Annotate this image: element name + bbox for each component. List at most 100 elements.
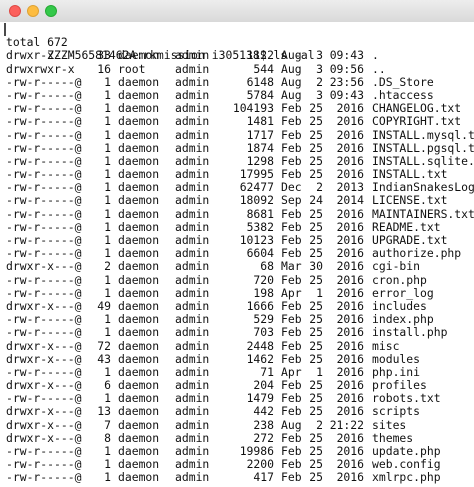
month: Mar: [281, 259, 302, 274]
time-or-year: 2016: [336, 404, 364, 419]
file-size: 1462: [246, 351, 274, 366]
total-line: total 672: [6, 35, 68, 50]
zoom-button[interactable]: [45, 5, 57, 17]
close-button[interactable]: [9, 5, 21, 17]
owner: daemon: [118, 338, 160, 353]
day: 2: [316, 417, 323, 432]
group: admin: [175, 285, 210, 300]
day: 25: [309, 114, 323, 129]
month: Aug: [281, 61, 302, 76]
listing-row: drwxr-x---@ 43 daemon admin 1462 Feb 25 2016 mod…: [6, 351, 474, 366]
file-name: misc: [372, 338, 400, 353]
permissions: -rw-r-----@: [6, 285, 82, 300]
day: 25: [309, 127, 323, 142]
time-or-year: 2016: [336, 127, 364, 142]
file-name: .DS_Store: [372, 74, 434, 89]
listing-row: drwxr-x---@ 7 daemon admin 238 Aug 2 21:22 sites: [6, 417, 474, 432]
file-size: 2448: [246, 338, 274, 353]
link-count: 1: [104, 140, 111, 155]
permissions: -rw-r-----@: [6, 140, 82, 155]
day: 25: [309, 351, 323, 366]
time-or-year: 2016: [336, 259, 364, 274]
listing-row: -rw-r-----@ 1 daemon admin 8681 Feb 25 2016 MAIN…: [6, 206, 474, 221]
owner: daemon: [118, 351, 160, 366]
time-or-year: 09:43: [329, 48, 364, 63]
file-size: 6148: [246, 74, 274, 89]
owner: daemon: [118, 417, 160, 432]
file-size: 8681: [246, 206, 274, 221]
link-count: 2: [104, 259, 111, 274]
listing-row: -rw-r-----@ 1 daemon admin 1717 Feb 25 2016 INST…: [6, 127, 474, 142]
terminal-output[interactable]: ZZZM56581462A:rkmission i305138$ ls -al …: [0, 22, 474, 487]
time-or-year: 2016: [336, 272, 364, 287]
permissions: -rw-r-----@: [6, 114, 82, 129]
month: Feb: [281, 114, 302, 129]
month: Feb: [281, 206, 302, 221]
time-or-year: 2016: [336, 206, 364, 221]
permissions: -rw-r-----@: [6, 470, 82, 485]
file-size: 18092: [239, 193, 274, 208]
group: admin: [175, 351, 210, 366]
time-or-year: 23:56: [329, 74, 364, 89]
time-or-year: 21:22: [329, 417, 364, 432]
listing-row: drwxrwxr-x 16 root admin 544 Aug 3 09:56..: [6, 61, 474, 76]
owner: daemon: [118, 325, 160, 340]
month: Feb: [281, 404, 302, 419]
day: 25: [309, 140, 323, 155]
listing-row: drwxr-x---@ 13 daemon admin 442 Feb 25 2016 scri…: [6, 405, 474, 418]
listing-row: -rw-r-----@ 1 daemon admin 1481 Feb 25 2016 COPY…: [6, 115, 474, 128]
month: Apr: [281, 285, 302, 300]
month: Feb: [281, 325, 302, 340]
permissions: drwxr-x---@: [6, 351, 82, 366]
link-count: 13: [97, 404, 111, 419]
permissions: -rw-r-----@: [6, 74, 82, 89]
day: 25: [309, 206, 323, 221]
file-name: install.php: [372, 325, 448, 340]
permissions: drwxr-x---@: [6, 417, 82, 432]
owner: root: [118, 61, 146, 76]
group: admin: [175, 114, 210, 129]
minimize-button[interactable]: [27, 5, 39, 17]
permissions: -rw-r-----@: [6, 127, 82, 142]
month: Aug: [281, 417, 302, 432]
listing-row: -rw-r-----@ 1 daemon admin 1874 Feb 25 2016 INST…: [6, 140, 474, 155]
file-name: .: [372, 48, 379, 63]
link-count: 1: [104, 206, 111, 221]
file-name: INSTALL.pgsql.txt: [372, 140, 474, 155]
owner: daemon: [118, 272, 160, 287]
link-count: 1: [104, 127, 111, 142]
day: 25: [309, 272, 323, 287]
owner: daemon: [118, 140, 160, 155]
file-size: 1481: [246, 114, 274, 129]
link-count: 16: [97, 61, 111, 76]
permissions: drwxr-x---@: [6, 338, 82, 353]
file-name: cron.php: [372, 272, 427, 287]
permissions: -rw-r-----@: [6, 272, 82, 287]
owner: daemon: [118, 470, 160, 485]
file-size: 544: [253, 61, 274, 76]
file-size: 417: [253, 470, 274, 485]
file-name: scripts: [372, 404, 421, 419]
file-name: sites: [372, 417, 407, 432]
file-size: 703: [253, 325, 274, 340]
file-listing: drwxr-x--- 33 daemon admin 1122 Aug 3 09:43. drw…: [6, 49, 474, 484]
cursor-marker: [4, 23, 6, 36]
group: admin: [175, 74, 210, 89]
group: admin: [175, 417, 210, 432]
month: Feb: [281, 272, 302, 287]
day: 30: [309, 259, 323, 274]
link-count: 43: [97, 351, 111, 366]
link-count: 1: [104, 285, 111, 300]
link-count: 1: [104, 74, 111, 89]
day: 25: [309, 338, 323, 353]
group: admin: [175, 61, 210, 76]
time-or-year: 2016: [336, 325, 364, 340]
day: 25: [309, 470, 323, 485]
owner: daemon: [118, 74, 160, 89]
day: 3: [316, 61, 323, 76]
time-or-year: 2016: [336, 470, 364, 485]
link-count: 1: [104, 272, 111, 287]
file-name: ..: [372, 61, 386, 76]
day: 24: [309, 193, 323, 208]
group: admin: [175, 206, 210, 221]
